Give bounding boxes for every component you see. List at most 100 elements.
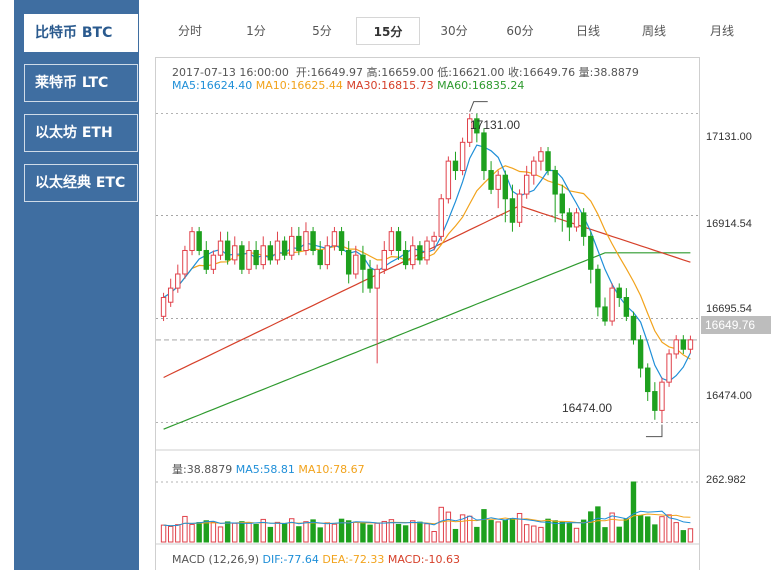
ohlc-low: 低:16621.00 — [437, 66, 505, 79]
volume-bar — [438, 506, 444, 543]
candle-body — [616, 287, 622, 299]
app-root: 比特币 BTC 莱特币 LTC 以太坊 ETH 以太经典 ETC 分时 1分 5… — [0, 0, 776, 570]
volume-bar — [253, 523, 259, 543]
candle-body — [402, 249, 409, 266]
volume-bar — [303, 521, 309, 543]
volume-bar — [502, 519, 509, 543]
candle-body — [281, 240, 288, 256]
current-price-label: 16649.76 — [701, 316, 771, 334]
candle-body — [331, 231, 338, 247]
volume-bar — [324, 522, 331, 543]
volume-bar — [531, 525, 537, 543]
volume-bar — [224, 521, 231, 543]
volume-bar — [538, 526, 544, 543]
candle-body — [645, 367, 651, 393]
candle-body — [338, 231, 345, 251]
volume-bar — [281, 523, 288, 543]
ma30-value: MA30:16815.73 — [346, 79, 434, 92]
candle-body — [303, 231, 309, 251]
ohlc-timestamp: 2017-07-13 16:00:00 — [172, 66, 289, 79]
price-tick-3: 16695.54 — [706, 303, 752, 315]
ma-header: MA5:16624.40 MA10:16625.44 MA30:16815.73… — [172, 79, 524, 92]
candle-body — [659, 381, 665, 411]
macd-dif: DIF:-77.64 — [262, 553, 319, 566]
volume-bar — [666, 514, 672, 543]
volume-max-tick: 262.982 — [706, 474, 746, 486]
volume-bar — [189, 523, 195, 543]
candle-body — [595, 268, 601, 308]
candle-body — [374, 268, 380, 289]
macd-dea: DEA:-72.33 — [322, 553, 385, 566]
volume-bar — [217, 526, 224, 543]
macd-value: MACD:-10.63 — [387, 553, 460, 566]
candle-body — [203, 249, 209, 270]
ma60-value: MA60:16835.24 — [437, 79, 525, 92]
candle-body — [552, 170, 558, 195]
volume-bar — [160, 524, 167, 543]
candle-body — [431, 235, 437, 242]
volume-bar — [523, 524, 530, 543]
candle-body — [573, 212, 580, 228]
ma10-value: MA10:16625.44 — [255, 79, 343, 92]
volume-bar — [630, 481, 637, 543]
volume-bar — [659, 516, 665, 543]
volume-bar — [474, 526, 480, 543]
candle-body — [523, 174, 530, 195]
volume-bar — [573, 527, 580, 543]
candle-body — [481, 132, 487, 172]
candle-body — [395, 231, 402, 251]
price-tick-1: 17131.00 — [706, 131, 752, 143]
volume-bar — [210, 521, 217, 543]
candle-body — [289, 235, 295, 256]
candle-body — [502, 174, 509, 200]
volume-bar — [602, 527, 608, 543]
volume-bar — [623, 518, 630, 543]
candle-body — [566, 212, 573, 228]
candle-body — [360, 254, 366, 270]
volume-bar — [431, 531, 437, 543]
candle-body — [687, 339, 694, 350]
volume-bar — [395, 523, 402, 543]
candle-body — [367, 268, 373, 289]
candle-body — [445, 160, 452, 200]
candle-body — [488, 170, 494, 190]
volume-bar — [417, 521, 423, 543]
volume-value: 量:38.8879 — [172, 463, 233, 476]
candle-body — [545, 151, 551, 172]
candle-body — [652, 391, 658, 411]
volume-bar — [374, 522, 380, 543]
candle-body — [580, 212, 587, 237]
candle-body — [495, 174, 501, 190]
candle-body — [196, 231, 202, 251]
candle-body — [538, 151, 544, 162]
volume-bar — [182, 515, 188, 543]
volume-bar — [645, 516, 651, 543]
candle-body — [673, 339, 679, 355]
candle-body — [310, 231, 316, 251]
high-arrow — [469, 101, 488, 112]
volume-bar — [381, 520, 387, 543]
volume-bar — [345, 520, 352, 543]
volume-bar — [516, 512, 523, 543]
candle-body — [516, 193, 523, 223]
volume-bar — [296, 526, 302, 543]
volume-bar — [367, 524, 373, 543]
price-tick-4: 16474.00 — [706, 390, 752, 402]
volume-bar — [175, 524, 181, 543]
candle-body — [417, 245, 423, 261]
volume-bar — [410, 520, 416, 543]
candle-body — [388, 231, 395, 251]
volume-bar — [616, 526, 622, 543]
volume-bar — [481, 509, 487, 543]
volume-bar — [203, 520, 209, 543]
candle-body — [274, 240, 281, 261]
ohlc-open: 开:16649.97 — [295, 66, 364, 79]
candle-body — [531, 160, 537, 176]
candle-body — [160, 297, 167, 317]
volume-header: 量:38.8879 MA5:58.81 MA10:78.67 — [172, 461, 365, 477]
volume-bar — [609, 512, 615, 543]
volume-bar — [246, 522, 252, 543]
candle-body — [602, 306, 608, 322]
volume-bar — [559, 521, 565, 543]
volume-bar — [588, 511, 594, 543]
